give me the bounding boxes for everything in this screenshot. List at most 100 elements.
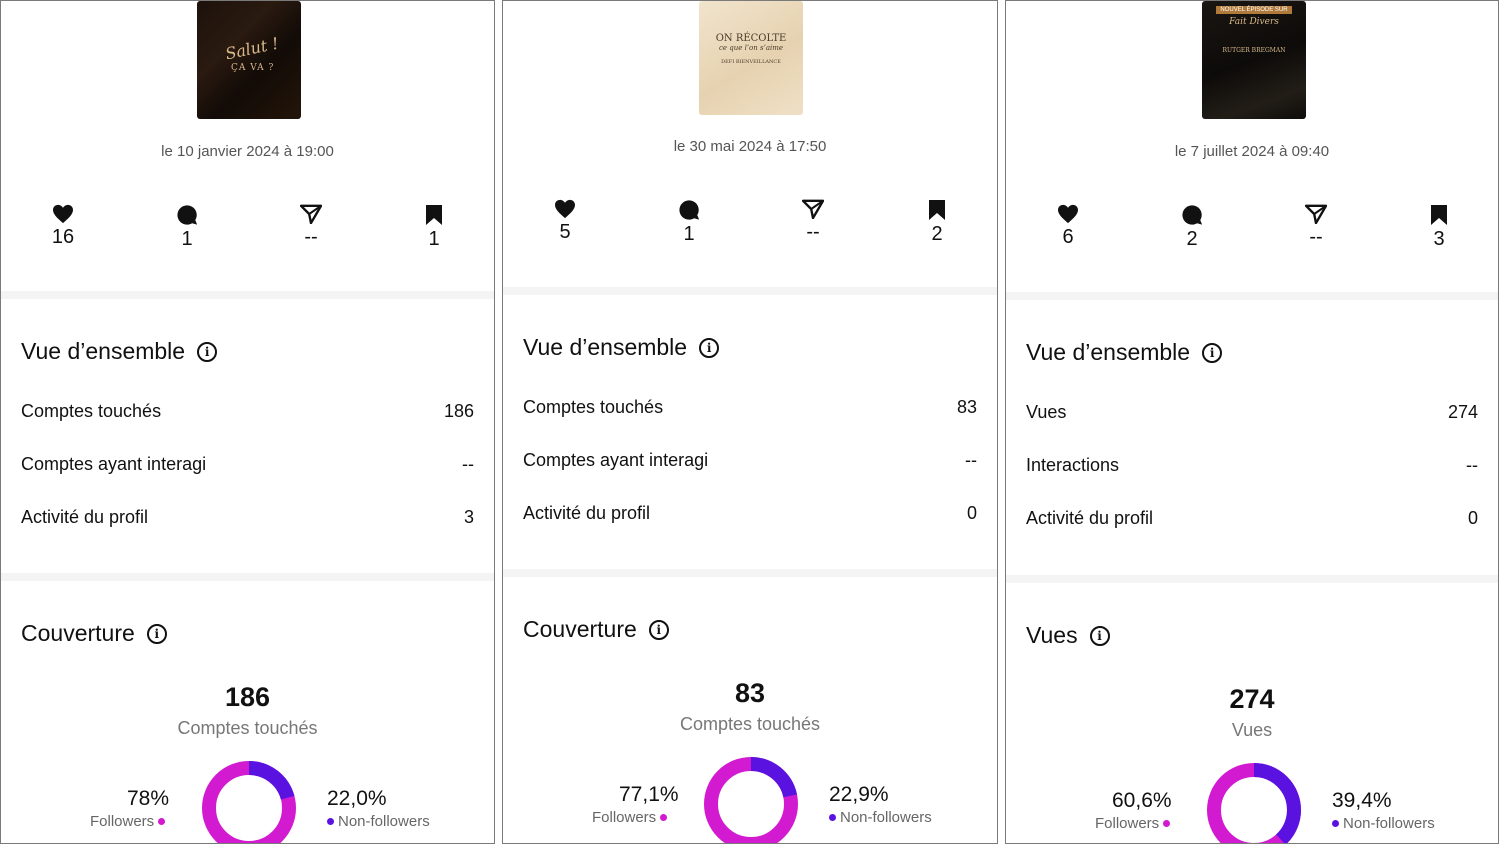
send-icon bbox=[802, 199, 824, 219]
non-followers-label: Non-followers bbox=[338, 813, 430, 830]
non-followers-legend: Non-followers bbox=[1332, 815, 1435, 832]
coverage-heading: Couverture i bbox=[21, 620, 167, 647]
non-followers-legend: Non-followers bbox=[829, 809, 932, 826]
row-value: 0 bbox=[966, 503, 977, 523]
post-insights-panel-1: Salut ! ÇA VA ? le 10 janvier 2024 à 19:… bbox=[0, 0, 495, 844]
comments-count: 2 bbox=[1186, 228, 1198, 250]
row-value: 186 bbox=[443, 401, 474, 421]
engagement-metrics: 6 2 -- 3 bbox=[1006, 204, 1498, 274]
row-label: Interactions bbox=[1026, 455, 1120, 475]
cover-subtitle: ce que l’on s’aime bbox=[718, 44, 784, 52]
row-label: Vues bbox=[1026, 402, 1067, 422]
likes-metric: 16 bbox=[23, 204, 103, 249]
row-value: 274 bbox=[1447, 402, 1478, 422]
shares-metric: -- bbox=[1276, 204, 1356, 249]
overview-heading: Vue d’ensemble i bbox=[523, 334, 720, 361]
non-followers-dot bbox=[1332, 820, 1339, 827]
overview-row: Comptes ayant interagi -- bbox=[523, 450, 977, 471]
followers-label: Followers bbox=[1095, 815, 1160, 832]
comments-metric: 2 bbox=[1152, 204, 1232, 251]
views-title: Vues bbox=[1026, 622, 1078, 648]
coverage-total: 186 bbox=[224, 682, 271, 712]
shares-count: -- bbox=[304, 226, 318, 248]
likes-count: 6 bbox=[1062, 226, 1074, 248]
row-label: Activité du profil bbox=[523, 503, 651, 523]
shares-count: -- bbox=[806, 221, 820, 243]
post-date: le 10 janvier 2024 à 19:00 bbox=[161, 143, 334, 160]
overview-title: Vue d’ensemble bbox=[1026, 339, 1191, 365]
likes-count: 16 bbox=[51, 226, 75, 248]
views-heading: Vues i bbox=[1026, 622, 1110, 649]
overview-row: Comptes ayant interagi -- bbox=[21, 454, 474, 475]
followers-label: Followers bbox=[90, 813, 155, 830]
section-divider bbox=[1006, 292, 1498, 300]
post-thumbnail[interactable]: ON RÉCOLTE ce que l’on s’aime DEFI BIENV… bbox=[699, 1, 803, 115]
non-followers-dot bbox=[829, 814, 836, 821]
non-followers-percent: 39,4% bbox=[1332, 789, 1392, 812]
overview-row: Activité du profil 0 bbox=[1026, 508, 1478, 529]
post-insights-panel-3: NOUVEL ÉPISODE SUR Fait Divers RUTGER BR… bbox=[1005, 0, 1499, 844]
bookmark-icon bbox=[1431, 205, 1447, 225]
cover-caption: DEFI BIENVEILLANCE bbox=[721, 59, 781, 65]
post-date: le 30 mai 2024 à 17:50 bbox=[673, 138, 827, 155]
saves-metric: 3 bbox=[1399, 204, 1479, 251]
followers-dot bbox=[660, 814, 668, 821]
cover-subtitle: ÇA VA ? bbox=[231, 63, 275, 73]
info-icon[interactable]: i bbox=[197, 341, 218, 362]
followers-percent: 60,6% bbox=[1112, 789, 1172, 812]
shares-count: -- bbox=[1309, 226, 1323, 248]
engagement-metrics: 16 1 -- 1 bbox=[1, 204, 494, 274]
followers-legend: Followers bbox=[1095, 815, 1171, 832]
cover-title: Fait Divers bbox=[1229, 17, 1279, 27]
coverage-title: Couverture bbox=[21, 620, 135, 646]
coverage-donut-chart bbox=[202, 761, 296, 843]
row-label: Activité du profil bbox=[21, 507, 149, 527]
bookmark-icon bbox=[426, 205, 442, 225]
likes-count: 5 bbox=[559, 221, 571, 243]
row-label: Comptes touchés bbox=[21, 401, 162, 421]
saves-metric: 2 bbox=[897, 199, 977, 246]
info-icon[interactable]: i bbox=[146, 623, 167, 644]
send-icon bbox=[1305, 204, 1327, 224]
info-icon[interactable]: i bbox=[699, 337, 720, 358]
non-followers-dot bbox=[327, 818, 334, 825]
coverage-title: Couverture bbox=[523, 616, 637, 642]
info-icon[interactable]: i bbox=[648, 619, 669, 640]
comments-metric: 1 bbox=[147, 204, 227, 251]
overview-heading: Vue d’ensemble i bbox=[1026, 339, 1223, 366]
row-value: 83 bbox=[956, 397, 977, 417]
info-icon[interactable]: i bbox=[1089, 625, 1110, 646]
overview-title: Vue d’ensemble bbox=[523, 334, 688, 360]
likes-metric: 6 bbox=[1028, 204, 1108, 249]
row-value: 3 bbox=[463, 507, 474, 527]
comments-metric: 1 bbox=[649, 199, 729, 246]
row-value: -- bbox=[965, 450, 977, 470]
overview-row: Vues 274 bbox=[1026, 402, 1478, 423]
section-divider bbox=[503, 569, 997, 577]
info-icon[interactable]: i bbox=[1202, 342, 1223, 363]
views-total: 274 bbox=[1229, 684, 1275, 714]
row-label: Comptes ayant interagi bbox=[523, 450, 709, 470]
followers-dot bbox=[1163, 820, 1171, 827]
saves-metric: 1 bbox=[394, 204, 474, 251]
overview-row: Activité du profil 3 bbox=[21, 507, 474, 528]
row-label: Comptes touchés bbox=[523, 397, 664, 417]
followers-dot bbox=[158, 818, 166, 825]
comment-icon bbox=[1182, 205, 1203, 225]
heart-icon bbox=[1058, 204, 1078, 224]
post-thumbnail[interactable]: NOUVEL ÉPISODE SUR Fait Divers RUTGER BR… bbox=[1202, 1, 1306, 119]
followers-legend: Followers bbox=[90, 813, 166, 830]
bookmark-icon bbox=[929, 200, 945, 220]
row-label: Comptes ayant interagi bbox=[21, 454, 207, 474]
coverage-total-label: Comptes touchés bbox=[177, 718, 318, 738]
overview-row: Comptes touchés 83 bbox=[523, 397, 977, 418]
cover-title: Salut ! bbox=[223, 33, 281, 64]
section-divider bbox=[503, 287, 997, 295]
section-divider bbox=[1, 573, 494, 581]
cover-author: RUTGER BREGMAN bbox=[1222, 47, 1286, 54]
coverage-heading: Couverture i bbox=[523, 616, 669, 643]
post-insights-panel-2: ON RÉCOLTE ce que l’on s’aime DEFI BIENV… bbox=[502, 0, 998, 844]
post-thumbnail[interactable]: Salut ! ÇA VA ? bbox=[197, 1, 301, 119]
comments-count: 1 bbox=[181, 228, 193, 250]
row-value: -- bbox=[1466, 455, 1478, 475]
